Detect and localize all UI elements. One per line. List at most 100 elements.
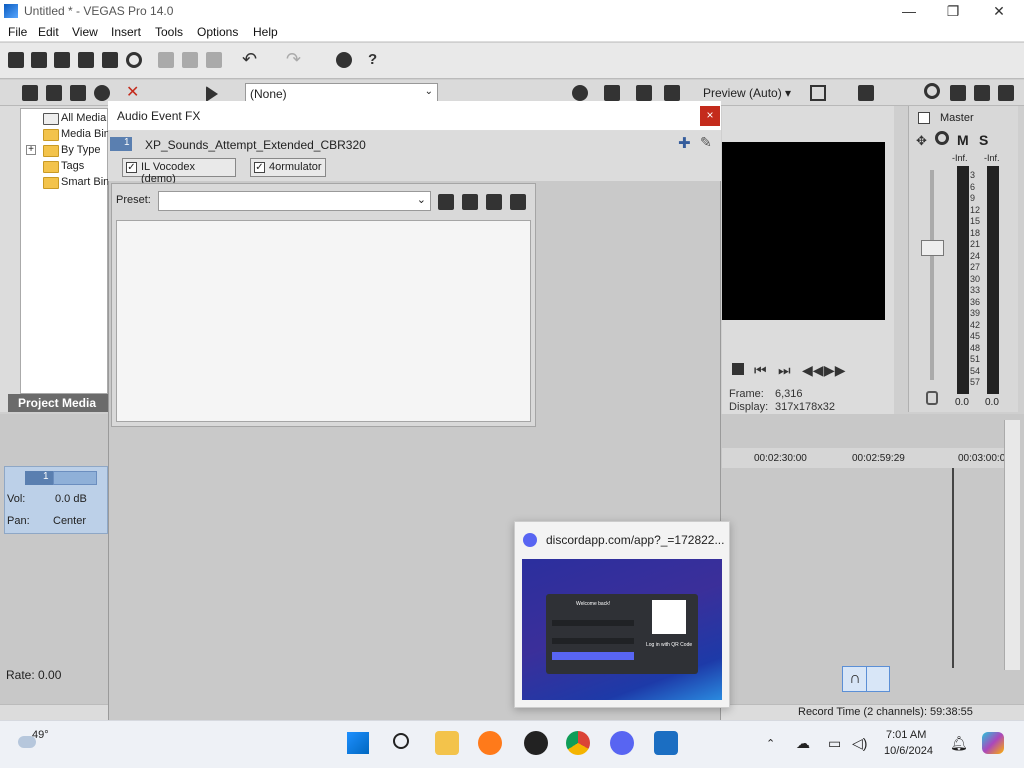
file-explorer-icon[interactable]: [435, 731, 459, 755]
playhead-cursor[interactable]: [952, 468, 954, 668]
firefox-icon[interactable]: [478, 731, 502, 755]
capture-icon[interactable]: [70, 85, 86, 101]
plugin-il-vocodex[interactable]: ✓ IL Vocodex (demo): [122, 158, 236, 185]
project-media-tab[interactable]: Project Media: [8, 394, 108, 412]
save-as-icon[interactable]: [78, 52, 94, 68]
master-fader-handle[interactable]: [921, 240, 944, 256]
tree-item-all-media[interactable]: All Media: [41, 112, 107, 125]
tree-item-smart-bin[interactable]: Smart Bin: [41, 176, 109, 189]
close-button[interactable]: ✕: [976, 0, 1022, 22]
discord-taskbar-icon[interactable]: [610, 731, 634, 755]
checkbox-icon[interactable]: ✓: [254, 162, 265, 173]
play-icon[interactable]: [206, 86, 218, 102]
audio-track-header[interactable]: 1 Vol: 0.0 dB Pan: Center: [4, 466, 108, 534]
timeline-ruler[interactable]: 00:02:30:00 00:02:59:29 00:03:00:00: [722, 448, 1011, 468]
delete-preset-icon[interactable]: [486, 194, 502, 210]
menu-help[interactable]: Help: [253, 25, 278, 39]
downmix-icon[interactable]: [950, 85, 966, 101]
menu-view[interactable]: View: [72, 25, 98, 39]
preview-settings-icon[interactable]: [572, 85, 588, 101]
preset-dropdown[interactable]: ⌄: [158, 191, 431, 211]
notification-bell-icon[interactable]: 🔔︎: [950, 735, 968, 752]
media-app-icon[interactable]: [524, 731, 548, 755]
tree-item-by-type[interactable]: By Type: [41, 144, 101, 157]
dialog-close-button[interactable]: ×: [700, 106, 720, 126]
plugin-remove-icon[interactable]: ✎: [700, 134, 712, 151]
split-screen-icon[interactable]: [636, 85, 652, 101]
track-name-field[interactable]: [53, 471, 97, 485]
chrome-icon[interactable]: [566, 731, 590, 755]
track-select-dropdown[interactable]: (None) ⌄: [245, 83, 438, 103]
snapping-magnet-icon[interactable]: ∩: [842, 666, 868, 692]
save-icon[interactable]: [54, 52, 70, 68]
stop-icon[interactable]: [732, 363, 744, 375]
search-icon[interactable]: [393, 733, 409, 749]
grid-icon[interactable]: [810, 85, 826, 101]
expand-by-type-toggle[interactable]: +: [26, 145, 36, 155]
checkbox-icon[interactable]: ✓: [126, 162, 137, 173]
cut-icon[interactable]: [158, 52, 174, 68]
menu-edit[interactable]: Edit: [38, 25, 59, 39]
chevron-up-icon[interactable]: ⌃: [766, 737, 775, 750]
copy-icon[interactable]: [182, 52, 198, 68]
overlay-icon[interactable]: [664, 85, 680, 101]
tree-item-tags[interactable]: Tags: [41, 160, 84, 173]
display-icon[interactable]: ▭: [828, 735, 841, 752]
open-icon[interactable]: [31, 52, 47, 68]
plugin-4ormulator[interactable]: ✓ 4ormulator: [250, 158, 326, 177]
rewind-icon[interactable]: ◀◀: [802, 362, 824, 379]
maximize-button[interactable]: ❐: [930, 0, 976, 22]
mixer-icon[interactable]: [998, 85, 1014, 101]
menu-file[interactable]: File: [8, 25, 27, 39]
timeline-vertical-scrollbar[interactable]: [1004, 420, 1020, 670]
paste-icon[interactable]: [206, 52, 222, 68]
minimize-button[interactable]: —: [886, 0, 932, 22]
preset-manager-icon[interactable]: [510, 194, 526, 210]
tree-item-media-bin[interactable]: Media Bin: [41, 128, 110, 141]
plugin-chain-icon[interactable]: ✚: [678, 134, 691, 152]
master-settings-icon[interactable]: [924, 83, 940, 99]
volume-value[interactable]: 0.0 dB: [55, 493, 87, 505]
meter-scale-tick: 42: [970, 319, 981, 330]
copy-snapshot-icon[interactable]: [604, 85, 620, 101]
lock-icon[interactable]: [926, 391, 938, 405]
render-icon[interactable]: [102, 52, 118, 68]
previous-frame-icon[interactable]: ⏮: [754, 362, 767, 379]
save-preset-icon[interactable]: [462, 194, 478, 210]
window-title: Untitled * - VEGAS Pro 14.0: [24, 4, 174, 18]
copilot-icon[interactable]: [982, 732, 1004, 754]
edit-tool-icon[interactable]: [336, 52, 352, 68]
forward-icon[interactable]: ▶▶: [824, 362, 846, 379]
preview-quality-dropdown[interactable]: Preview (Auto) ▾: [703, 86, 791, 100]
auto-crossfade-icon[interactable]: [866, 666, 890, 692]
help-icon[interactable]: ?: [368, 52, 384, 68]
next-frame-icon[interactable]: ⏭: [778, 362, 791, 379]
undo-icon[interactable]: ↶: [242, 50, 258, 68]
menu-options[interactable]: Options: [197, 25, 238, 39]
solo-button[interactable]: S: [979, 132, 988, 148]
settings-gear-icon[interactable]: [126, 52, 142, 68]
pan-value[interactable]: Center: [53, 515, 86, 527]
plugin-ui-area[interactable]: [116, 220, 531, 422]
preview-options-icon[interactable]: [858, 85, 874, 101]
clock-time[interactable]: 7:01 AM: [886, 729, 926, 741]
vegas-taskbar-icon[interactable]: [654, 731, 678, 755]
menu-tools[interactable]: Tools: [155, 25, 183, 39]
redo-icon[interactable]: ↷: [286, 50, 302, 68]
import-media-icon[interactable]: [46, 85, 62, 101]
master-fx-icon[interactable]: ✥: [916, 133, 927, 149]
network-icon[interactable]: ☁: [796, 735, 810, 752]
volume-icon[interactable]: ◁): [852, 735, 867, 752]
weather-temperature[interactable]: 49°: [32, 729, 49, 741]
remove-icon[interactable]: ✕: [126, 85, 142, 101]
windows-start-icon[interactable]: [347, 732, 369, 754]
mute-button[interactable]: M: [957, 132, 969, 148]
new-project-icon[interactable]: [8, 52, 24, 68]
web-icon[interactable]: [94, 85, 110, 101]
channel-icon[interactable]: [974, 85, 990, 101]
clock-date[interactable]: 10/6/2024: [884, 745, 933, 757]
master-settings-gear-icon[interactable]: [935, 131, 949, 145]
menu-insert[interactable]: Insert: [111, 25, 141, 39]
open-preset-icon[interactable]: [438, 194, 454, 210]
media-tool-icon[interactable]: [22, 85, 38, 101]
